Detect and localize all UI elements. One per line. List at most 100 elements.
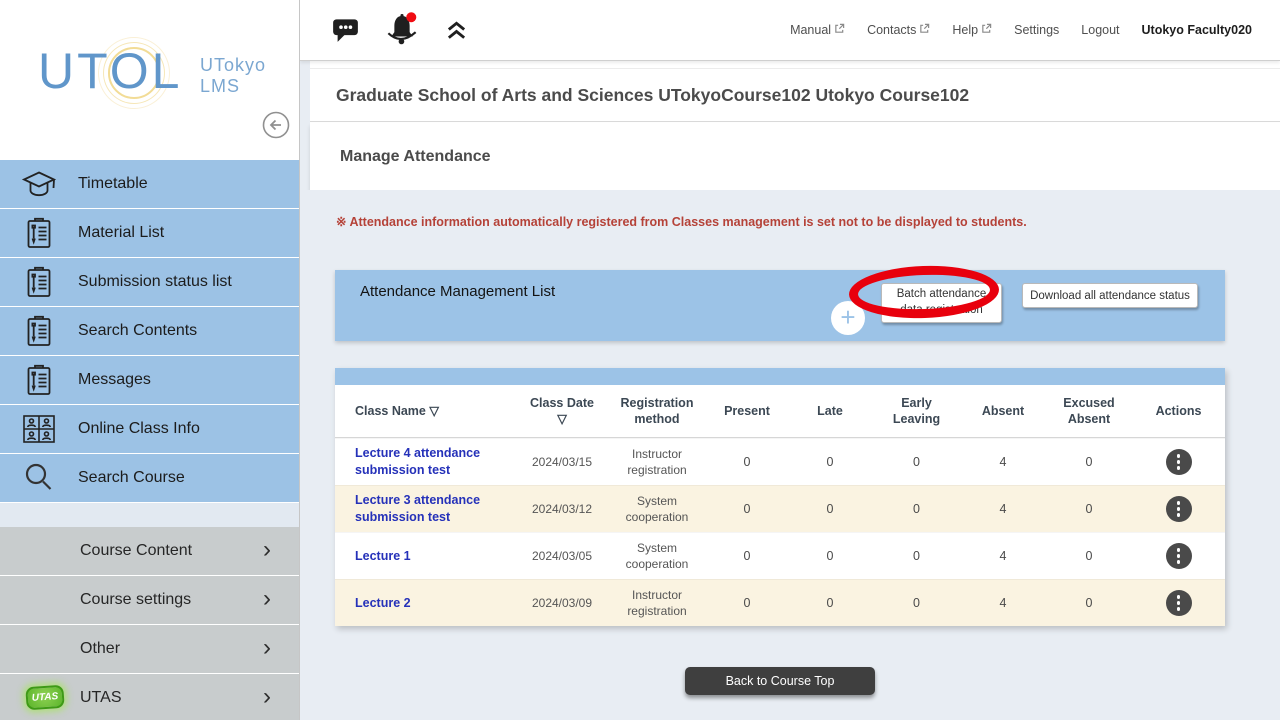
plus-icon: + xyxy=(840,304,855,330)
batch-button-line2: data registration xyxy=(900,303,982,319)
kebab-menu-icon[interactable] xyxy=(1166,590,1192,616)
absent-cell: 4 xyxy=(960,595,1046,612)
kebab-menu-icon[interactable] xyxy=(1166,449,1192,475)
actions-cell xyxy=(1132,590,1225,616)
class-name-link[interactable]: Lecture 2 xyxy=(355,596,411,610)
chevron-right-icon: › xyxy=(263,585,271,613)
excused-absent-cell: 0 xyxy=(1046,454,1132,471)
column-header-line: ▽ xyxy=(557,411,567,427)
logo-area: UTOL UTokyo LMS xyxy=(0,0,299,160)
column-header[interactable]: Class Name ▽ xyxy=(335,385,517,437)
column-header-line: Present xyxy=(724,403,770,419)
sidebar-item-label: Submission status list xyxy=(78,273,232,291)
sidebar-item-material-list[interactable]: Material List xyxy=(0,209,299,257)
course-title: Graduate School of Arts and Sciences UTo… xyxy=(336,85,969,106)
sidebar-item-other[interactable]: Other › xyxy=(0,625,299,673)
notification-bell-icon[interactable] xyxy=(385,12,419,48)
class-date-cell: 2024/03/12 xyxy=(517,501,607,517)
sidebar-item-label: Search Course xyxy=(78,469,185,487)
actions-cell xyxy=(1132,496,1225,522)
add-attendance-button[interactable]: + xyxy=(831,301,865,335)
early-leaving-cell: 0 xyxy=(873,501,960,518)
present-cell: 0 xyxy=(707,548,787,565)
sidebar-item-course-content[interactable]: Course Content › xyxy=(0,527,299,575)
late-cell: 0 xyxy=(787,501,873,518)
absent-cell: 4 xyxy=(960,548,1046,565)
column-header-line: Class Date xyxy=(530,395,594,411)
column-header: Actions xyxy=(1132,385,1225,437)
external-link-icon xyxy=(981,23,992,37)
column-header: Registrationmethod xyxy=(607,385,707,437)
utol-logo: UTOL xyxy=(38,42,182,100)
excused-absent-cell: 0 xyxy=(1046,548,1132,565)
sidebar-primary-menu: Timetable Material List Submission statu… xyxy=(0,160,299,502)
chat-icon[interactable] xyxy=(332,17,359,43)
class-name-link[interactable]: Lecture 3 attendance submission test xyxy=(355,493,480,524)
sidebar-item-online-class-info[interactable]: Online Class Info xyxy=(0,405,299,453)
topbar-link-contacts[interactable]: Contacts xyxy=(867,23,930,37)
content-left-strip xyxy=(300,61,310,190)
topbar-link-settings[interactable]: Settings xyxy=(1014,23,1059,37)
sidebar-item-course-settings[interactable]: Course settings › xyxy=(0,576,299,624)
kebab-menu-icon[interactable] xyxy=(1166,543,1192,569)
column-header: Late xyxy=(787,385,873,437)
sidebar-item-messages[interactable]: Messages xyxy=(0,356,299,404)
collapse-chevrons-icon[interactable] xyxy=(445,19,468,42)
page-title-bar: Manage Attendance xyxy=(310,123,1280,190)
table-row: Lecture 3 attendance submission test 202… xyxy=(335,485,1225,532)
attendance-table: Class Name ▽Class Date▽Registrationmetho… xyxy=(335,368,1225,626)
sidebar-collapse-button[interactable] xyxy=(261,112,291,142)
column-header-line: Early xyxy=(901,395,932,411)
absent-cell: 4 xyxy=(960,454,1046,471)
present-cell: 0 xyxy=(707,595,787,612)
batch-button-line1: Batch attendance xyxy=(897,287,987,303)
logo-subtitle-line1: UTokyo xyxy=(200,55,266,76)
sidebar-item-timetable[interactable]: Timetable xyxy=(0,160,299,208)
panel-title: Attendance Management List xyxy=(360,283,555,300)
circle-left-arrow-icon xyxy=(261,110,291,145)
topbar-link-manual[interactable]: Manual xyxy=(790,23,845,37)
kebab-menu-icon[interactable] xyxy=(1166,496,1192,522)
back-to-course-top-button[interactable]: Back to Course Top xyxy=(685,667,875,695)
sidebar-item-label: Messages xyxy=(78,371,151,389)
topbar-icons xyxy=(332,12,468,48)
batch-attendance-registration-button[interactable]: Batch attendance data registration xyxy=(881,283,1002,323)
late-cell: 0 xyxy=(787,548,873,565)
external-link-icon xyxy=(834,23,845,37)
actions-cell xyxy=(1132,449,1225,475)
course-title-bar: Graduate School of Arts and Sciences UTo… xyxy=(310,68,1280,122)
class-name-cell: Lecture 1 xyxy=(335,548,517,565)
topbar-nav: Manual Contacts Help Setti xyxy=(790,23,1252,37)
clipboard-icon xyxy=(0,363,78,397)
main-content: ※ Attendance information automatically r… xyxy=(300,190,1280,720)
sidebar-item-search-contents[interactable]: Search Contents xyxy=(0,307,299,355)
column-header-line: Absent xyxy=(1068,411,1110,427)
sidebar-item-search-course[interactable]: Search Course xyxy=(0,454,299,502)
external-link-icon xyxy=(919,23,930,37)
column-header-line: Absent xyxy=(982,403,1024,419)
table-row: Lecture 2 2024/03/09 Instructor registra… xyxy=(335,579,1225,626)
topbar-link-help[interactable]: Help xyxy=(952,23,992,37)
topbar-link-logout[interactable]: Logout xyxy=(1081,23,1119,37)
attendance-table-header: Class Name ▽Class Date▽Registrationmetho… xyxy=(335,385,1225,438)
table-accent-bar xyxy=(335,368,1225,385)
excused-absent-cell: 0 xyxy=(1046,595,1132,612)
people-grid-icon xyxy=(0,414,78,444)
column-header: ExcusedAbsent xyxy=(1046,385,1132,437)
download-all-attendance-button[interactable]: Download all attendance status xyxy=(1022,283,1198,308)
sidebar-item-utas[interactable]: UTAS UTAS › xyxy=(0,674,299,720)
clipboard-icon xyxy=(0,216,78,250)
present-cell: 0 xyxy=(707,454,787,471)
sidebar-item-label: Timetable xyxy=(78,175,148,193)
sidebar-item-submission-status-list[interactable]: Submission status list xyxy=(0,258,299,306)
column-header-line: Excused xyxy=(1063,395,1114,411)
sidebar-item-label: Online Class Info xyxy=(78,420,200,438)
class-name-cell: Lecture 3 attendance submission test xyxy=(335,492,517,526)
early-leaving-cell: 0 xyxy=(873,454,960,471)
registration-method-cell: Instructor registration xyxy=(607,446,707,478)
sidebar-item-label: UTAS xyxy=(80,689,121,707)
class-name-link[interactable]: Lecture 1 xyxy=(355,549,411,563)
column-header[interactable]: Class Date▽ xyxy=(517,385,607,437)
class-name-link[interactable]: Lecture 4 attendance submission test xyxy=(355,446,480,477)
username[interactable]: Utokyo Faculty020 xyxy=(1142,23,1252,37)
